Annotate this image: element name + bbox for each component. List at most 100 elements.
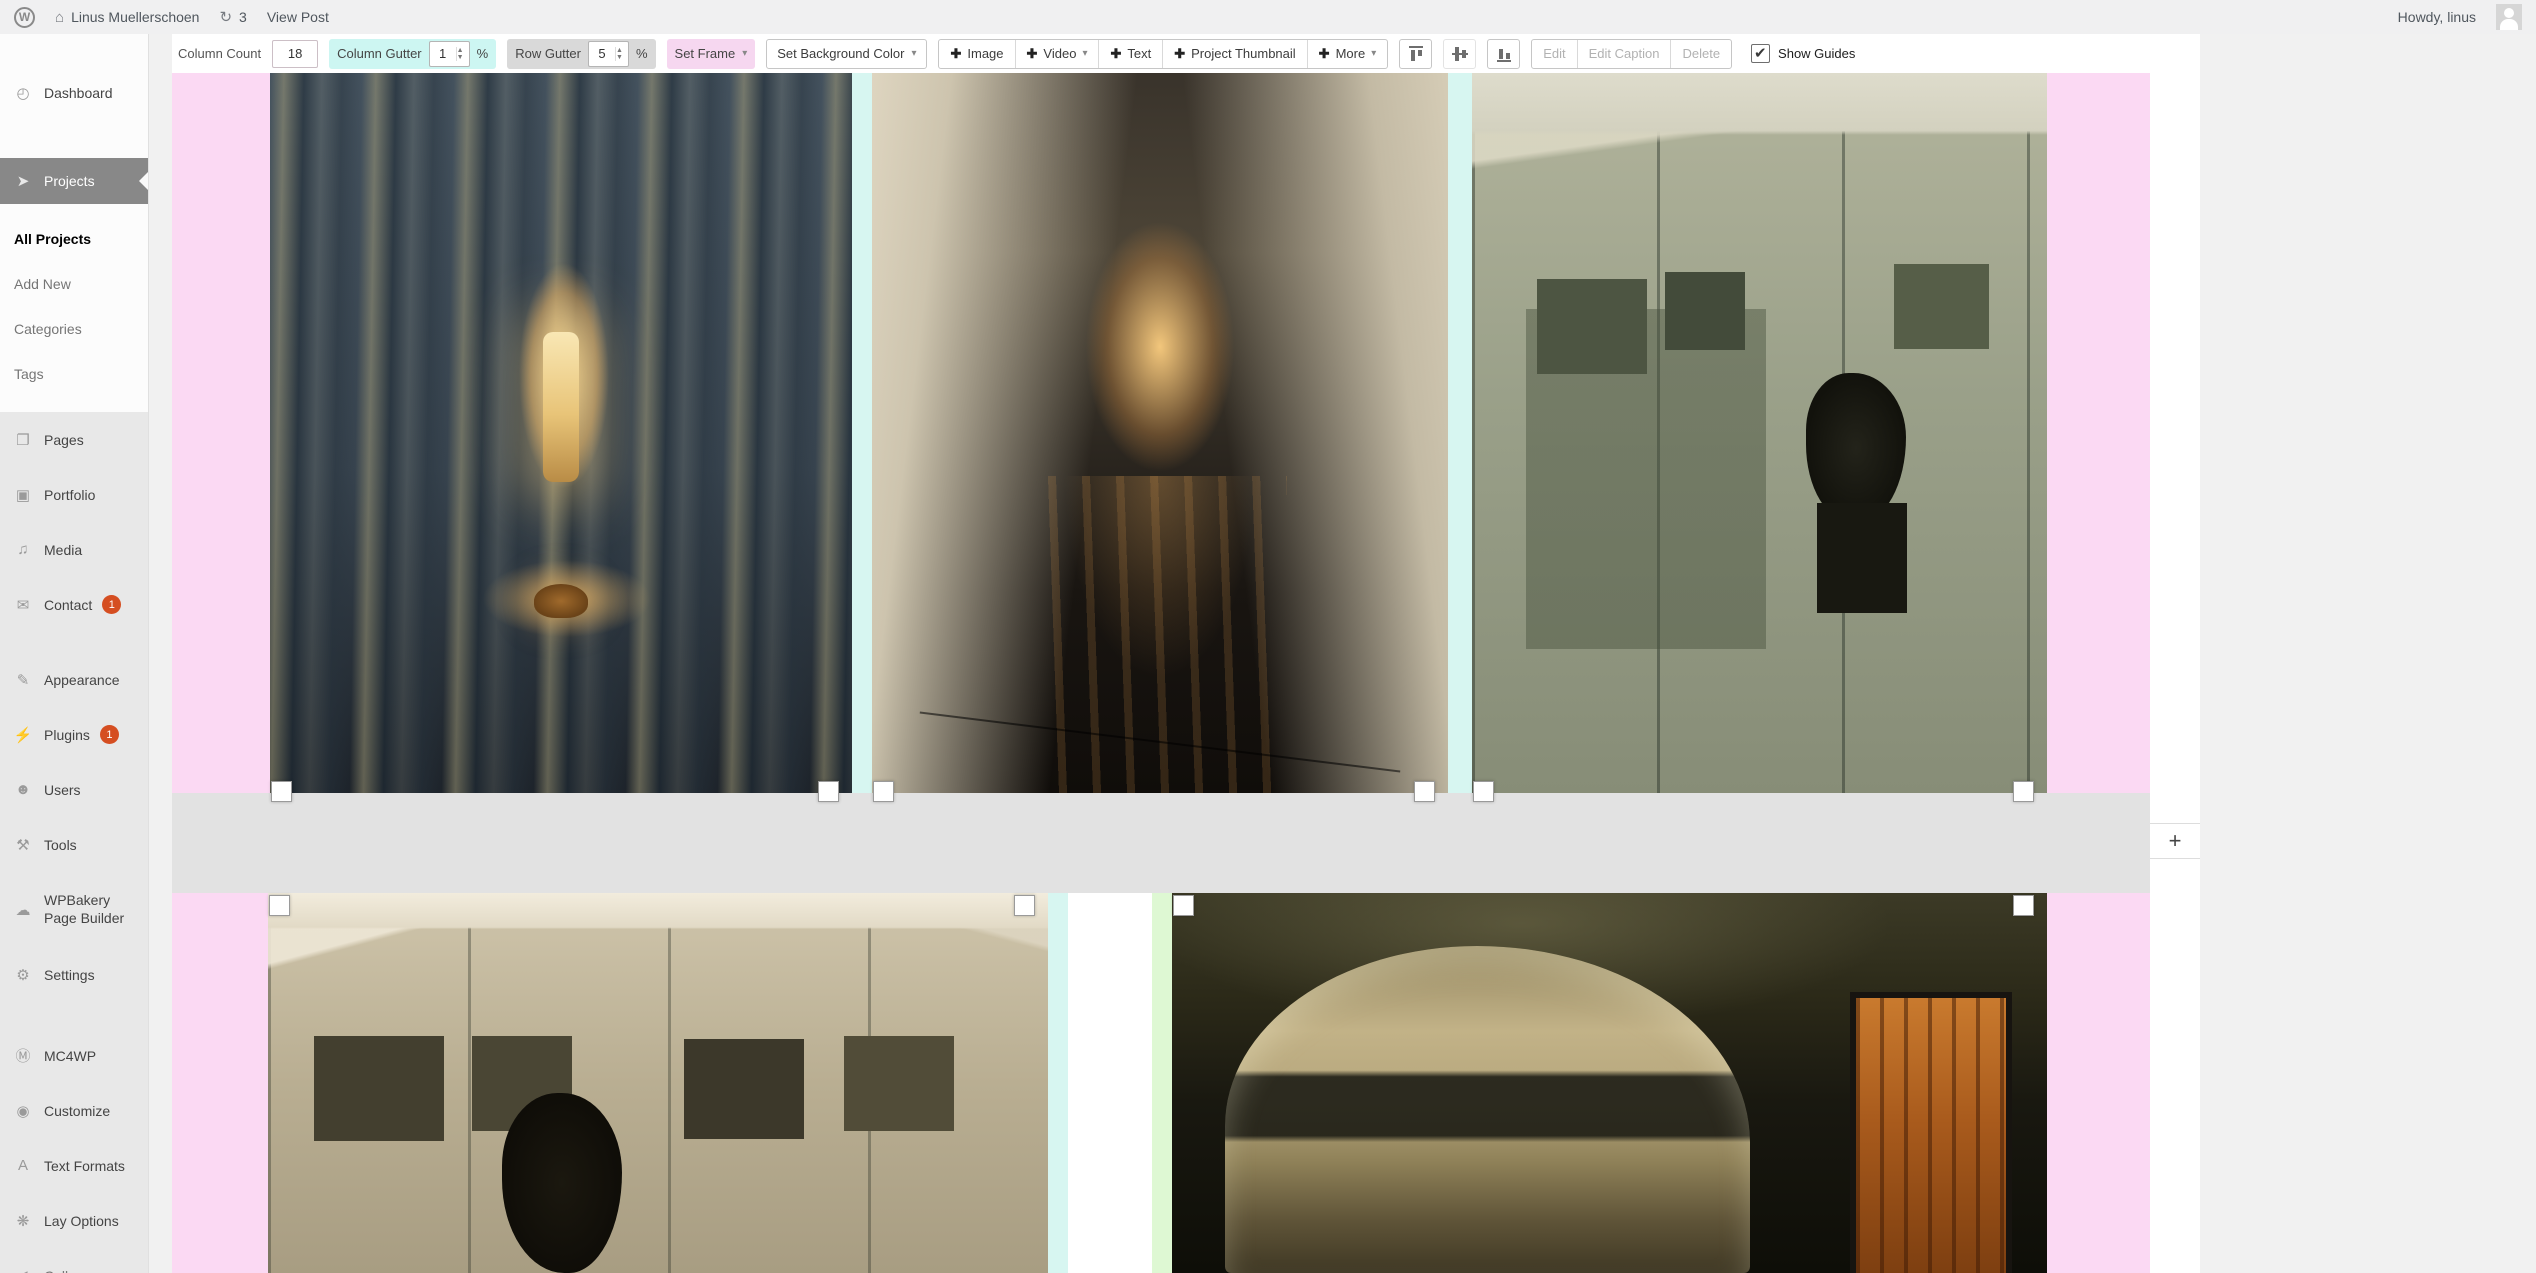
updates-icon: ↻ [219,8,232,26]
plus-icon: ✚ [950,46,961,62]
margin-guide-pink [172,893,268,1273]
add-image-button[interactable]: ✚ Image [939,40,1014,68]
sidebar-item-lay-options[interactable]: ❋ Lay Options [0,1193,148,1248]
plugin-icon: ⚡ [12,726,34,744]
show-guides-label: Show Guides [1778,46,1855,61]
sidebar-item-portfolio[interactable]: ▣ Portfolio [0,467,148,522]
updates-link[interactable]: ↻ 3 [219,8,246,26]
column-gutter-label: Column Gutter [337,46,422,61]
resize-handle[interactable] [2013,781,2034,802]
add-project-thumbnail-button[interactable]: ✚ Project Thumbnail [1162,40,1306,68]
settings-icon: ⚙ [12,966,34,984]
resize-handle[interactable] [2013,895,2034,916]
canvas-image-curtain-hallway[interactable] [872,73,1448,793]
cloud-icon: ☁ [12,901,34,919]
column-gutter-stepper[interactable]: ▲ ▼ [456,47,469,61]
add-video-button[interactable]: ✚ Video ▾ [1015,40,1099,68]
spinner-down-icon: ▼ [457,54,469,61]
show-guides-control: Show Guides [1751,44,1855,63]
sidebar-item-projects[interactable]: ➤ Projects [0,158,148,204]
collapse-menu-button[interactable]: ◄ Collapse menu [0,1248,148,1273]
letter-a-icon: A [12,1157,34,1174]
sidebar-item-contact[interactable]: ✉ Contact 1 [0,577,148,632]
column-count-label: Column Count [178,46,261,61]
home-icon: ⌂ [55,9,64,26]
chevron-down-icon: ▾ [742,48,747,59]
pushpin-icon: ➤ [12,172,34,190]
sidebar-item-mc4wp[interactable]: Ⓜ MC4WP [0,1028,148,1083]
builder-toolbar: Column Count Column Gutter ▲ ▼ % Row Gut… [172,34,2200,73]
row-gutter-stepper[interactable]: ▲ ▼ [615,47,628,61]
updates-count: 3 [239,9,247,25]
column-count-input[interactable] [272,40,318,68]
site-name: Linus Muellerschoen [71,9,199,25]
column-gutter-control: Column Gutter ▲ ▼ % [329,39,496,69]
sidebar-item-settings[interactable]: ⚙ Settings [0,947,148,1002]
media-icon: ♫ [12,541,34,558]
resize-handle[interactable] [269,895,290,916]
resize-handle[interactable] [1014,895,1035,916]
avatar[interactable] [2496,4,2522,30]
spinner-down-icon: ▼ [616,54,628,61]
resize-handle[interactable] [873,781,894,802]
column-gutter-input[interactable] [430,46,456,61]
wordpress-logo-icon[interactable]: W [14,7,35,28]
align-bottom-button[interactable] [1487,39,1520,69]
sidebar-item-dashboard[interactable]: ◴ Dashboard [0,70,148,116]
canvas-image-mirror-room[interactable] [1472,73,2047,793]
user-icon: ☻ [12,781,34,798]
selection-actions-group: Edit Edit Caption Delete [1531,39,1732,69]
submenu-item-add-new[interactable]: Add New [0,261,148,306]
resize-handle[interactable] [1473,781,1494,802]
resize-handle[interactable] [1414,781,1435,802]
sidebar-item-wpbakery[interactable]: ☁ WPBakery Page Builder [0,872,148,947]
resize-handle[interactable] [1173,895,1194,916]
add-more-button[interactable]: ✚ More ▾ [1307,40,1388,68]
sidebar-item-pages[interactable]: ❐ Pages [0,412,148,467]
submenu-item-all-projects[interactable]: All Projects [0,216,148,261]
site-name-link[interactable]: ⌂ Linus Muellerschoen [55,9,199,26]
plus-icon: ✚ [1110,46,1121,62]
howdy-text[interactable]: Howdy, linus [2398,9,2476,25]
submenu-item-categories[interactable]: Categories [0,306,148,351]
sidebar-item-customize[interactable]: ◉ Customize [0,1083,148,1138]
admin-sidebar: ◴ Dashboard ➤ Projects All Projects Add … [0,34,149,1273]
edit-caption-button[interactable]: Edit Caption [1577,40,1671,68]
align-top-button[interactable] [1399,39,1432,69]
align-middle-button[interactable] [1443,39,1476,69]
plus-icon: ✚ [1319,46,1330,62]
canvas-right-rail: + [2150,73,2200,1273]
canvas-row-2 [172,893,2150,1273]
add-row-button[interactable]: + [2150,823,2200,859]
delete-button[interactable]: Delete [1670,40,1731,68]
canvas-image-chandelier[interactable] [270,73,852,793]
add-text-button[interactable]: ✚ Text [1098,40,1162,68]
resize-handle[interactable] [271,781,292,802]
plus-icon: ✚ [1174,46,1185,62]
show-guides-checkbox[interactable] [1751,44,1770,63]
gear-icon: ❋ [12,1212,34,1230]
submenu-item-tags[interactable]: Tags [0,351,148,396]
percent-sign: % [636,46,648,61]
sidebar-item-appearance[interactable]: ✎ Appearance [0,652,148,707]
sidebar-item-media[interactable]: ♫ Media [0,522,148,577]
column-gutter-guide-cyan [1048,893,1068,1273]
canvas-image-bus-sauna[interactable] [1172,893,2047,1273]
envelope-icon: ✉ [12,596,34,614]
view-post-link[interactable]: View Post [267,9,329,25]
margin-guide-pink [172,73,270,793]
pages-icon: ❐ [12,431,34,449]
row-gutter-input[interactable] [589,46,615,61]
set-frame-button[interactable]: Set Frame ▾ [667,39,756,69]
edit-button[interactable]: Edit [1532,40,1576,68]
resize-handle[interactable] [818,781,839,802]
sidebar-item-tools[interactable]: ⚒ Tools [0,817,148,872]
sidebar-item-users[interactable]: ☻ Users [0,762,148,817]
sidebar-item-plugins[interactable]: ⚡ Plugins 1 [0,707,148,762]
sidebar-item-text-formats[interactable]: A Text Formats [0,1138,148,1193]
canvas-image-mirror-room-2[interactable] [268,893,1048,1273]
margin-guide-pink [2047,73,2150,793]
dashboard-icon: ◴ [12,84,34,102]
set-background-color-button[interactable]: Set Background Color ▾ [766,39,927,69]
page: W ⌂ Linus Muellerschoen ↻ 3 View Post Ho… [0,0,2536,1273]
